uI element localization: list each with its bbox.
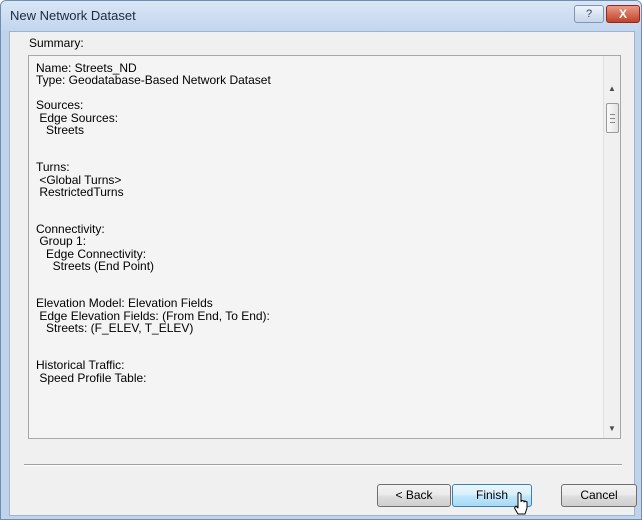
summary-text: Name: Streets_ND Type: Geodatabase-Based… <box>36 62 601 385</box>
summary-block-name: Name: Streets_ND Type: Geodatabase-Based… <box>36 62 601 87</box>
window-title: New Network Dataset <box>10 8 136 23</box>
close-button[interactable]: X <box>606 5 640 23</box>
summary-line: Historical Traffic: <box>36 358 125 373</box>
summary-line: Speed Profile Table: <box>36 370 147 385</box>
back-button[interactable]: < Back <box>377 484 451 507</box>
summary-block-sources: Sources: Edge Sources: Streets <box>36 98 601 137</box>
summary-line: Connectivity: <box>36 222 105 237</box>
summary-line: Group 1: <box>36 234 87 249</box>
summary-line: Type: Geodatabase-Based Network Dataset <box>36 73 271 88</box>
summary-line: Elevation Model: Elevation Fields <box>36 296 213 311</box>
summary-block-turns: Turns: <Global Turns> RestrictedTurns <box>36 160 601 199</box>
summary-line: Streets (End Point) <box>36 259 155 274</box>
help-button[interactable]: ? <box>574 5 604 23</box>
summary-line: RestrictedTurns <box>36 184 124 199</box>
summary-line: Sources: <box>36 98 84 113</box>
summary-line: Streets <box>36 122 85 137</box>
help-icon: ? <box>585 8 593 20</box>
summary-line: Streets: (F_ELEV, T_ELEV) <box>36 321 194 336</box>
summary-block-connectivity: Connectivity: Group 1: Edge Connectivity… <box>36 223 601 273</box>
cancel-button[interactable]: Cancel <box>561 484 637 507</box>
mouse-pointer-icon <box>514 492 528 515</box>
summary-line: Turns: <box>36 160 70 175</box>
summary-textbox[interactable]: Name: Streets_ND Type: Geodatabase-Based… <box>28 55 621 439</box>
grip-icon <box>610 114 615 123</box>
vertical-scrollbar[interactable]: ▲ ▼ <box>603 56 620 438</box>
summary-block-elevation: Elevation Model: Elevation Fields Edge E… <box>36 296 601 336</box>
scrollbar-thumb[interactable] <box>606 103 619 133</box>
new-network-dataset-dialog: New Network Dataset ? X Summary: Name: S… <box>0 0 642 520</box>
summary-line: Edge Sources: <box>36 110 119 125</box>
summary-block-traffic: Historical Traffic: Speed Profile Table: <box>36 359 601 384</box>
summary-label: Summary: <box>29 36 84 50</box>
scroll-down-icon[interactable]: ▼ <box>606 424 618 436</box>
scroll-up-icon[interactable]: ▲ <box>606 84 618 96</box>
title-bar[interactable]: New Network Dataset ? X <box>1 1 641 31</box>
separator <box>24 464 622 466</box>
close-icon: X <box>618 7 627 21</box>
